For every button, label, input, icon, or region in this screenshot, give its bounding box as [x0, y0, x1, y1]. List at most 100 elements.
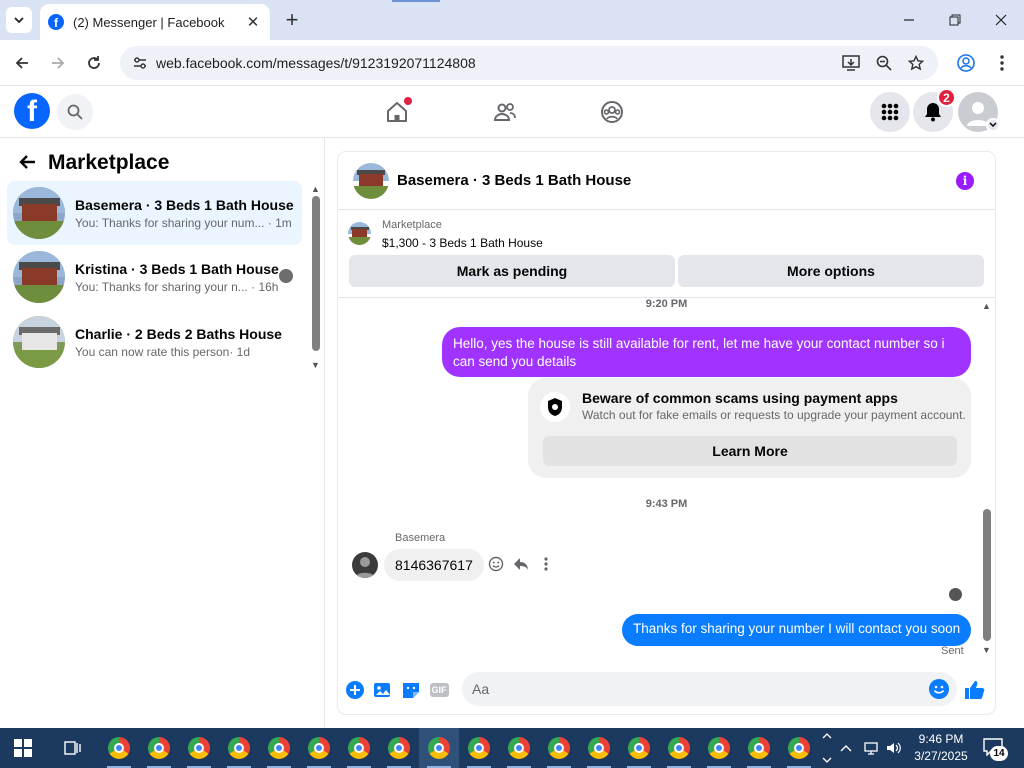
photo-icon[interactable]: [372, 679, 394, 701]
windows-taskbar: 9:46 PM 3/27/2025 14: [0, 728, 1024, 768]
tray-scroll[interactable]: [822, 728, 832, 768]
tab-title: (2) Messenger | Facebook: [73, 14, 225, 30]
windows-start-icon[interactable]: [14, 739, 32, 757]
like-thumb-icon[interactable]: [964, 679, 986, 701]
system-clock[interactable]: 9:46 PM 3/27/2025: [906, 731, 976, 765]
more-actions-icon[interactable]: [536, 554, 556, 574]
scroll-up-arrow-icon[interactable]: ▲: [982, 301, 991, 311]
tray-overflow-icon[interactable]: [840, 728, 852, 768]
sidebar-header: Marketplace: [18, 150, 169, 176]
listing-source-label: Marketplace: [382, 219, 442, 231]
taskbar-chrome-window[interactable]: [779, 728, 819, 768]
taskbar-chrome-window[interactable]: [419, 728, 459, 768]
scroll-down-arrow-icon[interactable]: ▼: [311, 360, 320, 370]
chat-scrollbar[interactable]: [983, 509, 991, 641]
taskbar-chrome-window[interactable]: [739, 728, 779, 768]
message-status: Sent: [941, 645, 964, 657]
taskbar-chrome-window[interactable]: [219, 728, 259, 768]
listing-thumbnail: [13, 251, 65, 303]
scroll-down-arrow-icon[interactable]: ▼: [982, 645, 991, 655]
facebook-logo-icon[interactable]: f: [14, 93, 50, 129]
address-bar[interactable]: web.facebook.com/messages/t/912319207112…: [120, 46, 938, 80]
warning-title: Beware of common scams using payment app…: [582, 390, 898, 406]
taskbar-chrome-window[interactable]: [499, 728, 539, 768]
emoji-icon[interactable]: [929, 679, 949, 699]
taskbar-chrome-window[interactable]: [299, 728, 339, 768]
profile-icon[interactable]: [957, 54, 975, 72]
arrow-right-icon: [52, 57, 65, 69]
conversation-item-charlie[interactable]: Charlie · 2 Beds 2 Baths House You can n…: [7, 310, 302, 374]
chevron-down-icon: [14, 17, 24, 24]
outgoing-message[interactable]: Thanks for sharing your number I will co…: [622, 614, 972, 646]
incoming-message[interactable]: 8146367617: [384, 549, 484, 581]
taskbar-chrome-window[interactable]: [699, 728, 739, 768]
listing-thumbnail: [13, 187, 65, 239]
reply-icon[interactable]: [511, 554, 531, 574]
conversation-time: · 16h: [251, 279, 279, 294]
mark-as-pending-button[interactable]: Mark as pending: [349, 255, 675, 287]
conversation-item-basemera[interactable]: Basemera · 3 Beds 1 Bath House You: Than…: [7, 181, 302, 245]
taskbar-chrome-window[interactable]: [99, 728, 139, 768]
network-icon[interactable]: [862, 728, 880, 768]
account-avatar[interactable]: [958, 92, 1000, 132]
zoom-icon[interactable]: [875, 54, 893, 72]
new-tab-button[interactable]: +: [282, 7, 302, 32]
scroll-up-arrow-icon[interactable]: ▲: [311, 184, 320, 194]
gif-icon[interactable]: GIF: [428, 679, 450, 701]
search-button[interactable]: [57, 94, 93, 130]
bookmark-star-icon[interactable]: [907, 54, 925, 72]
more-options-button[interactable]: More options: [678, 255, 984, 287]
info-icon[interactable]: i: [956, 172, 974, 190]
chrome-icon: [388, 737, 410, 759]
taskbar-chrome-window[interactable]: [539, 728, 579, 768]
conversation-item-kristina[interactable]: Kristina · 3 Beds 1 Bath House You: Than…: [7, 245, 302, 309]
taskbar-chrome-window[interactable]: [459, 728, 499, 768]
taskbar-chrome-window[interactable]: [139, 728, 179, 768]
reload-icon: [88, 56, 100, 69]
message-composer: GIF Aa: [338, 667, 995, 714]
tab-close-icon[interactable]: ✕: [244, 13, 262, 31]
message-input[interactable]: Aa: [462, 672, 957, 706]
sidebar-scrollbar[interactable]: [312, 196, 320, 351]
sticker-icon[interactable]: [400, 679, 422, 701]
minimize-button[interactable]: [886, 0, 932, 40]
menu-button[interactable]: [870, 92, 910, 132]
facebook-top-nav: f 2: [0, 86, 1024, 138]
timestamp: 9:20 PM: [645, 298, 688, 310]
listing-price-title[interactable]: $1,300 - 3 Beds 1 Bath House: [382, 236, 543, 250]
reload-button[interactable]: [81, 50, 107, 76]
chrome-icon: [148, 737, 170, 759]
back-button[interactable]: [9, 50, 35, 76]
browser-tab[interactable]: f (2) Messenger | Facebook ✕: [40, 4, 270, 40]
nav-groups[interactable]: [598, 98, 626, 126]
outgoing-message[interactable]: Hello, yes the house is still available …: [442, 327, 971, 377]
close-window-button[interactable]: [978, 0, 1024, 40]
chat-listing-avatar[interactable]: [353, 162, 389, 199]
chat-title[interactable]: Basemera · 3 Beds 1 Bath House: [397, 172, 631, 189]
taskbar-chrome-window[interactable]: [339, 728, 379, 768]
react-smiley-icon[interactable]: [486, 554, 506, 574]
tab-search-button[interactable]: [6, 7, 32, 33]
taskbar-chrome-window[interactable]: [659, 728, 699, 768]
learn-more-button[interactable]: Learn More: [543, 436, 957, 466]
taskbar-chrome-window[interactable]: [579, 728, 619, 768]
site-info-icon[interactable]: [132, 55, 148, 74]
taskbar-chrome-window[interactable]: [379, 728, 419, 768]
forward-button[interactable]: [45, 50, 71, 76]
back-arrow-icon[interactable]: [18, 150, 36, 176]
browser-toolbar: web.facebook.com/messages/t/912319207112…: [0, 40, 1024, 86]
add-attachment-icon[interactable]: [344, 679, 366, 701]
volume-icon[interactable]: [886, 728, 902, 768]
restore-button[interactable]: [932, 0, 978, 40]
browser-menu-icon[interactable]: [993, 54, 1011, 72]
taskbar-chrome-window[interactable]: [179, 728, 219, 768]
chrome-icon: [588, 737, 610, 759]
sender-avatar[interactable]: [352, 552, 378, 578]
sender-name: Basemera: [395, 532, 446, 544]
nav-friends[interactable]: [491, 98, 519, 126]
taskbar-chrome-window[interactable]: [259, 728, 299, 768]
chrome-icon: [668, 737, 690, 759]
taskbar-chrome-window[interactable]: [619, 728, 659, 768]
task-view-icon[interactable]: [62, 738, 82, 758]
install-app-icon[interactable]: [842, 54, 860, 72]
